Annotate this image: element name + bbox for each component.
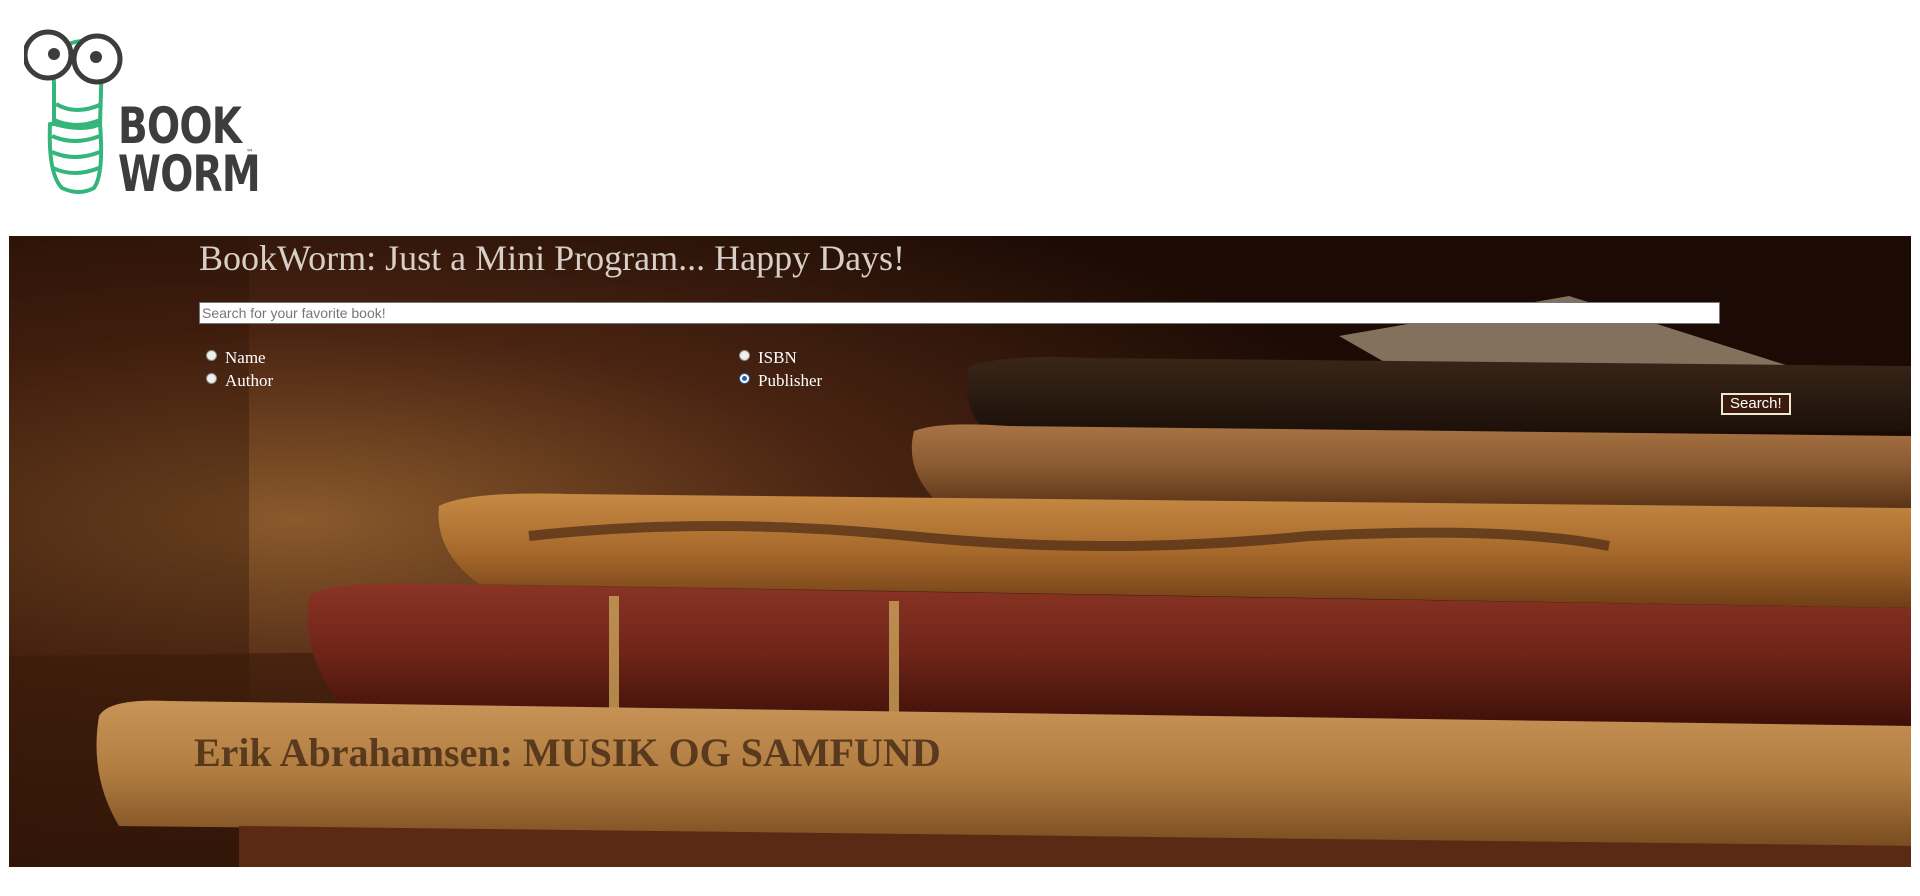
- bookworm-logo: BOOK WORM ™: [22, 24, 261, 199]
- radio-button-author[interactable]: [206, 373, 217, 384]
- logo-line-book: BOOK: [118, 97, 242, 155]
- book-spine-text: Erik Abrahamsen: MUSIK OG SAMFUND: [194, 730, 941, 775]
- radio-option-publisher[interactable]: Publisher: [732, 369, 822, 392]
- books-background-image: Erik Abrahamsen: MUSIK OG SAMFUND: [9, 236, 1911, 867]
- logo-trademark: ™: [246, 148, 254, 157]
- radio-label-isbn: ISBN: [758, 348, 797, 367]
- radio-button-publisher[interactable]: [739, 373, 750, 384]
- search-button[interactable]: Search!: [1721, 393, 1791, 415]
- hero-search-panel: Erik Abrahamsen: MUSIK OG SAMFUND BookWo…: [9, 236, 1911, 867]
- radio-option-isbn[interactable]: ISBN: [732, 346, 822, 369]
- radio-button-isbn[interactable]: [739, 350, 750, 361]
- radio-button-name[interactable]: [206, 350, 217, 361]
- radio-option-name[interactable]: Name: [199, 346, 273, 369]
- radio-column-left: Name Author: [199, 346, 273, 392]
- radio-label-name: Name: [225, 348, 266, 367]
- logo-wordmark: BOOK WORM: [118, 97, 261, 203]
- search-input[interactable]: [199, 302, 1720, 324]
- radio-option-author[interactable]: Author: [199, 369, 273, 392]
- logo-line-worm: WORM: [118, 145, 261, 203]
- radio-label-publisher: Publisher: [758, 371, 823, 390]
- page-title: BookWorm: Just a Mini Program... Happy D…: [199, 238, 906, 278]
- radio-label-author: Author: [225, 371, 274, 390]
- radio-column-right: ISBN Publisher: [732, 346, 822, 392]
